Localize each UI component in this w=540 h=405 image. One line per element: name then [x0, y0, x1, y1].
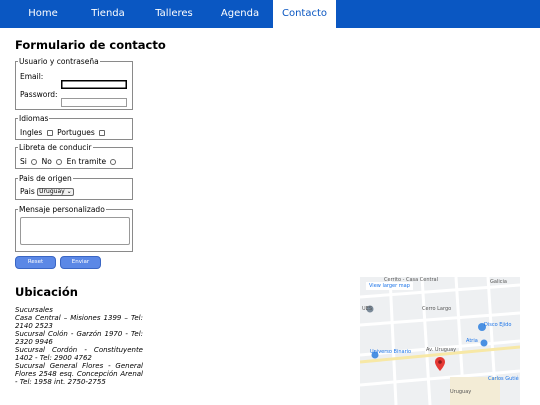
branch-line: 2320 9946 — [15, 338, 53, 346]
message-textarea[interactable] — [20, 217, 130, 245]
branch-line: 2140 2523 — [15, 322, 53, 330]
email-label: Email: — [20, 72, 44, 81]
map-label: Disco Ejido — [484, 322, 512, 328]
user-legend: Usuario y contraseña — [19, 57, 99, 66]
nav-home[interactable]: Home — [22, 0, 64, 28]
map-label: Carlos Gutié — [488, 376, 519, 382]
license-no-label: No — [41, 157, 52, 166]
license-legend: Libreta de conducir — [19, 143, 92, 152]
branch-list: Sucursales Casa Central – Misiones 1399 … — [15, 306, 143, 386]
password-label: Password: — [20, 90, 58, 99]
map-label: UES — [362, 306, 372, 312]
license-options: Si No En tramite — [20, 157, 118, 166]
branch-line: - Tel: 1958 int. 2750-2755 — [15, 378, 106, 386]
form-title: Formulario de contacto — [15, 38, 166, 52]
license-tramite-label: En tramite — [66, 157, 107, 166]
branch-line: Sucursales — [15, 306, 53, 314]
map-embed[interactable]: View larger map Cerrito - Casa Central G… — [360, 277, 520, 405]
license-si-label: Si — [20, 157, 27, 166]
branch-line: Flores 2548 esq. Concepción Arenal — [15, 370, 143, 378]
nav-contacto[interactable]: Contacto — [273, 0, 336, 28]
view-larger-map-link[interactable]: View larger map — [366, 282, 413, 290]
branch-line: Sucursal Colón - Garzón 1970 - Tel: — [15, 330, 143, 338]
location-title: Ubicación — [15, 285, 78, 299]
country-row: Pais Uruguay ⌄ — [20, 187, 74, 196]
branch-line: Sucursal Cordón - Constituyente — [15, 346, 143, 354]
license-no-radio[interactable] — [56, 159, 63, 165]
branch-line: Sucursal General Flores - General — [15, 362, 143, 370]
country-label: Pais — [20, 187, 35, 196]
password-field[interactable] — [61, 98, 127, 107]
map-label: Galicia — [490, 279, 507, 285]
lang-ingles-label: Ingles — [20, 128, 43, 137]
license-si-radio[interactable] — [31, 159, 38, 165]
map-label: Uruguay — [450, 389, 472, 395]
lang-portugues-checkbox[interactable] — [99, 130, 106, 136]
country-selected: Uruguay — [39, 188, 65, 195]
email-field[interactable] — [61, 80, 127, 89]
branch-line: Casa Central – Misiones 1399 – Tel: — [15, 314, 143, 322]
location-pin-icon[interactable] — [435, 357, 445, 371]
lang-ingles-checkbox[interactable] — [46, 130, 53, 136]
country-select[interactable]: Uruguay ⌄ — [37, 188, 74, 196]
send-button[interactable]: Enviar — [60, 256, 101, 269]
nav-agenda[interactable]: Agenda — [220, 0, 260, 28]
map-label: Cerro Largo — [422, 306, 452, 312]
license-tramite-radio[interactable] — [110, 159, 117, 165]
map-label: Av. Uruguay — [426, 347, 457, 353]
languages-legend: Idiomas — [19, 114, 49, 123]
map-label: Atria — [466, 338, 478, 344]
map-streets — [360, 277, 520, 405]
nav-tienda[interactable]: Tienda — [88, 0, 128, 28]
branch-line: 1402 - Tel: 2900 4762 — [15, 354, 92, 362]
reset-button[interactable]: Reset — [15, 256, 56, 269]
map-label: Universo Binario — [370, 349, 412, 355]
nav-talleres[interactable]: Talleres — [153, 0, 195, 28]
message-legend: Mensaje personalizado — [19, 205, 105, 214]
top-nav: Home Tienda Talleres Agenda Contacto — [0, 0, 540, 28]
lang-portugues-label: Portugues — [57, 128, 95, 137]
languages-options: Ingles Portugues — [20, 128, 107, 137]
map-label: Cerrito - Casa Central — [384, 277, 439, 283]
chevron-down-icon: ⌄ — [66, 188, 72, 195]
country-legend: Pais de origen — [19, 174, 72, 183]
